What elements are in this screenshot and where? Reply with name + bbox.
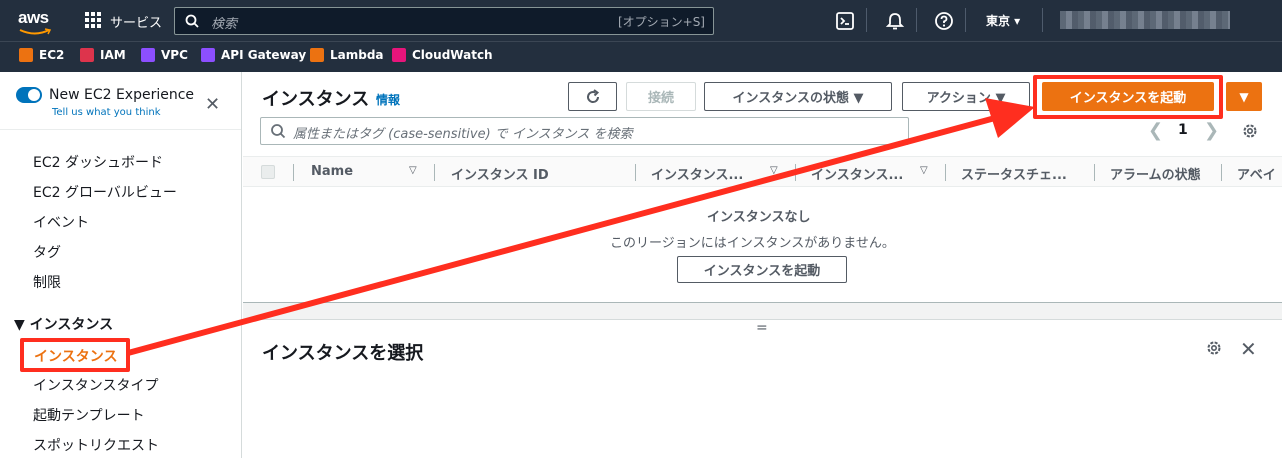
favorites-bar [0, 41, 1282, 72]
empty-state-title: インスタンスなし [707, 210, 811, 225]
empty-launch-instances-button[interactable]: インスタンスを起動 [677, 256, 847, 283]
divider [1094, 164, 1095, 181]
feedback-link[interactable]: Tell us what you think [52, 107, 161, 118]
region-selector[interactable]: 東京 ▾ [986, 12, 1020, 29]
favorite-cloudwatch[interactable]: CloudWatch [392, 48, 493, 62]
details-settings-gear-icon[interactable] [1205, 339, 1223, 357]
global-search-input[interactable]: 検索 [オプション+S] [174, 7, 714, 35]
help-icon[interactable] [934, 11, 954, 31]
cloudwatch-service-icon [392, 48, 406, 62]
refresh-icon [586, 88, 599, 103]
sort-down-icon[interactable]: ▽ [920, 165, 928, 176]
column-header-instance-type[interactable]: インスタンス... [811, 164, 903, 183]
sidebar-item-global-view[interactable]: EC2 グローバルビュー [33, 182, 177, 202]
divider [1221, 164, 1222, 181]
favorite-lambda[interactable]: Lambda [310, 48, 384, 62]
cloudshell-icon[interactable] [835, 11, 855, 31]
services-menu[interactable]: サービス [110, 12, 162, 31]
column-header-alarm-status[interactable]: アラームの状態 [1110, 164, 1201, 183]
side-navigation: New EC2 Experience Tell us what you thin… [0, 72, 242, 458]
column-header-availability-zone[interactable]: アベイ [1237, 164, 1276, 183]
divider [945, 164, 946, 181]
details-panel-title: インスタンスを選択 [262, 343, 424, 364]
divider [916, 8, 917, 32]
divider [293, 164, 294, 181]
instance-state-button[interactable]: インスタンスの状態 ▼ [704, 82, 892, 111]
page-number[interactable]: 1 [1178, 122, 1188, 138]
sidebar-item-ec2-dashboard[interactable]: EC2 ダッシュボード [33, 152, 163, 172]
column-header-name[interactable]: Name [311, 164, 353, 179]
select-all-checkbox[interactable] [261, 165, 275, 179]
table-settings-gear-icon[interactable] [1241, 122, 1259, 140]
instance-filter-input[interactable]: 属性またはタグ (case-sensitive) で インスタンス を検索 [260, 117, 909, 145]
sidebar-item-instances-active[interactable]: インスタンス [20, 338, 130, 372]
sort-down-icon[interactable]: ▽ [409, 165, 417, 176]
divider [965, 8, 966, 32]
favorite-ec2[interactable]: EC2 [19, 48, 64, 62]
refresh-button[interactable] [568, 82, 617, 111]
column-header-status-check[interactable]: ステータスチェ... [961, 164, 1067, 183]
instances-table-header: Name ▽ インスタンス ID インスタンス... ▽ インスタンス... ▽… [243, 156, 1282, 187]
favorite-iam[interactable]: IAM [80, 48, 126, 62]
divider [866, 8, 867, 32]
next-page-icon[interactable]: ❯ [1204, 120, 1219, 141]
sidebar-section-instances[interactable]: ▼ インスタンス [14, 314, 113, 334]
page-title: インスタンス [262, 89, 370, 110]
services-grid-icon[interactable] [85, 12, 102, 29]
sidebar-item-instance-types[interactable]: インスタンスタイプ [33, 375, 158, 395]
divider [795, 164, 796, 181]
new-experience-title: New EC2 Experience [49, 87, 195, 103]
previous-page-icon[interactable]: ❮ [1148, 120, 1163, 141]
column-header-instance-id[interactable]: インスタンス ID [451, 164, 549, 183]
vpc-service-icon [141, 48, 155, 62]
divider [434, 164, 435, 181]
aws-logo[interactable]: aws [18, 8, 54, 35]
resize-handle-icon[interactable]: = [756, 320, 768, 336]
search-shortcut-hint: [オプション+S] [617, 15, 705, 29]
favorite-vpc[interactable]: VPC [141, 48, 188, 62]
divider [635, 164, 636, 181]
launch-dropdown-button[interactable]: ▼ [1226, 82, 1262, 111]
connect-button[interactable]: 接続 [626, 82, 696, 111]
actions-button[interactable]: アクション ▼ [902, 82, 1030, 111]
divider [1042, 8, 1043, 32]
search-icon [271, 124, 286, 139]
lambda-service-icon [310, 48, 324, 62]
new-experience-toggle[interactable] [16, 87, 42, 103]
filter-placeholder: 属性またはタグ (case-sensitive) で インスタンス を検索 [293, 127, 633, 142]
notifications-bell-icon[interactable] [885, 11, 905, 31]
sort-down-icon[interactable]: ▽ [770, 165, 778, 176]
info-link[interactable]: 情報 [376, 91, 400, 108]
api-gateway-service-icon [201, 48, 215, 62]
split-panel-resize-bar[interactable] [243, 303, 1282, 320]
ec2-service-icon [19, 48, 33, 62]
divider [0, 129, 241, 130]
top-navigation-bar: aws サービス 検索 [オプション+S] 東京 ▾ [0, 0, 1282, 41]
iam-service-icon [80, 48, 94, 62]
search-placeholder: 検索 [211, 17, 238, 32]
sidebar-item-spot-requests[interactable]: スポットリクエスト [33, 435, 159, 455]
sidebar-item-events[interactable]: イベント [33, 212, 89, 232]
column-header-instance-state[interactable]: インスタンス... [651, 164, 743, 183]
favorite-api-gateway[interactable]: API Gateway [201, 48, 306, 62]
account-menu-redacted[interactable] [1060, 11, 1230, 29]
close-sidebar-icon[interactable]: ✕ [205, 94, 220, 115]
close-details-icon[interactable]: ✕ [1240, 337, 1257, 361]
search-icon [185, 14, 199, 28]
empty-state-subtitle: このリージョンにはインスタンスがありません。 [610, 236, 895, 251]
sidebar-item-launch-templates[interactable]: 起動テンプレート [33, 405, 145, 425]
launch-instances-button[interactable]: インスタンスを起動 [1042, 82, 1214, 111]
sidebar-item-tags[interactable]: タグ [33, 242, 61, 262]
sidebar-item-limits[interactable]: 制限 [33, 272, 61, 292]
